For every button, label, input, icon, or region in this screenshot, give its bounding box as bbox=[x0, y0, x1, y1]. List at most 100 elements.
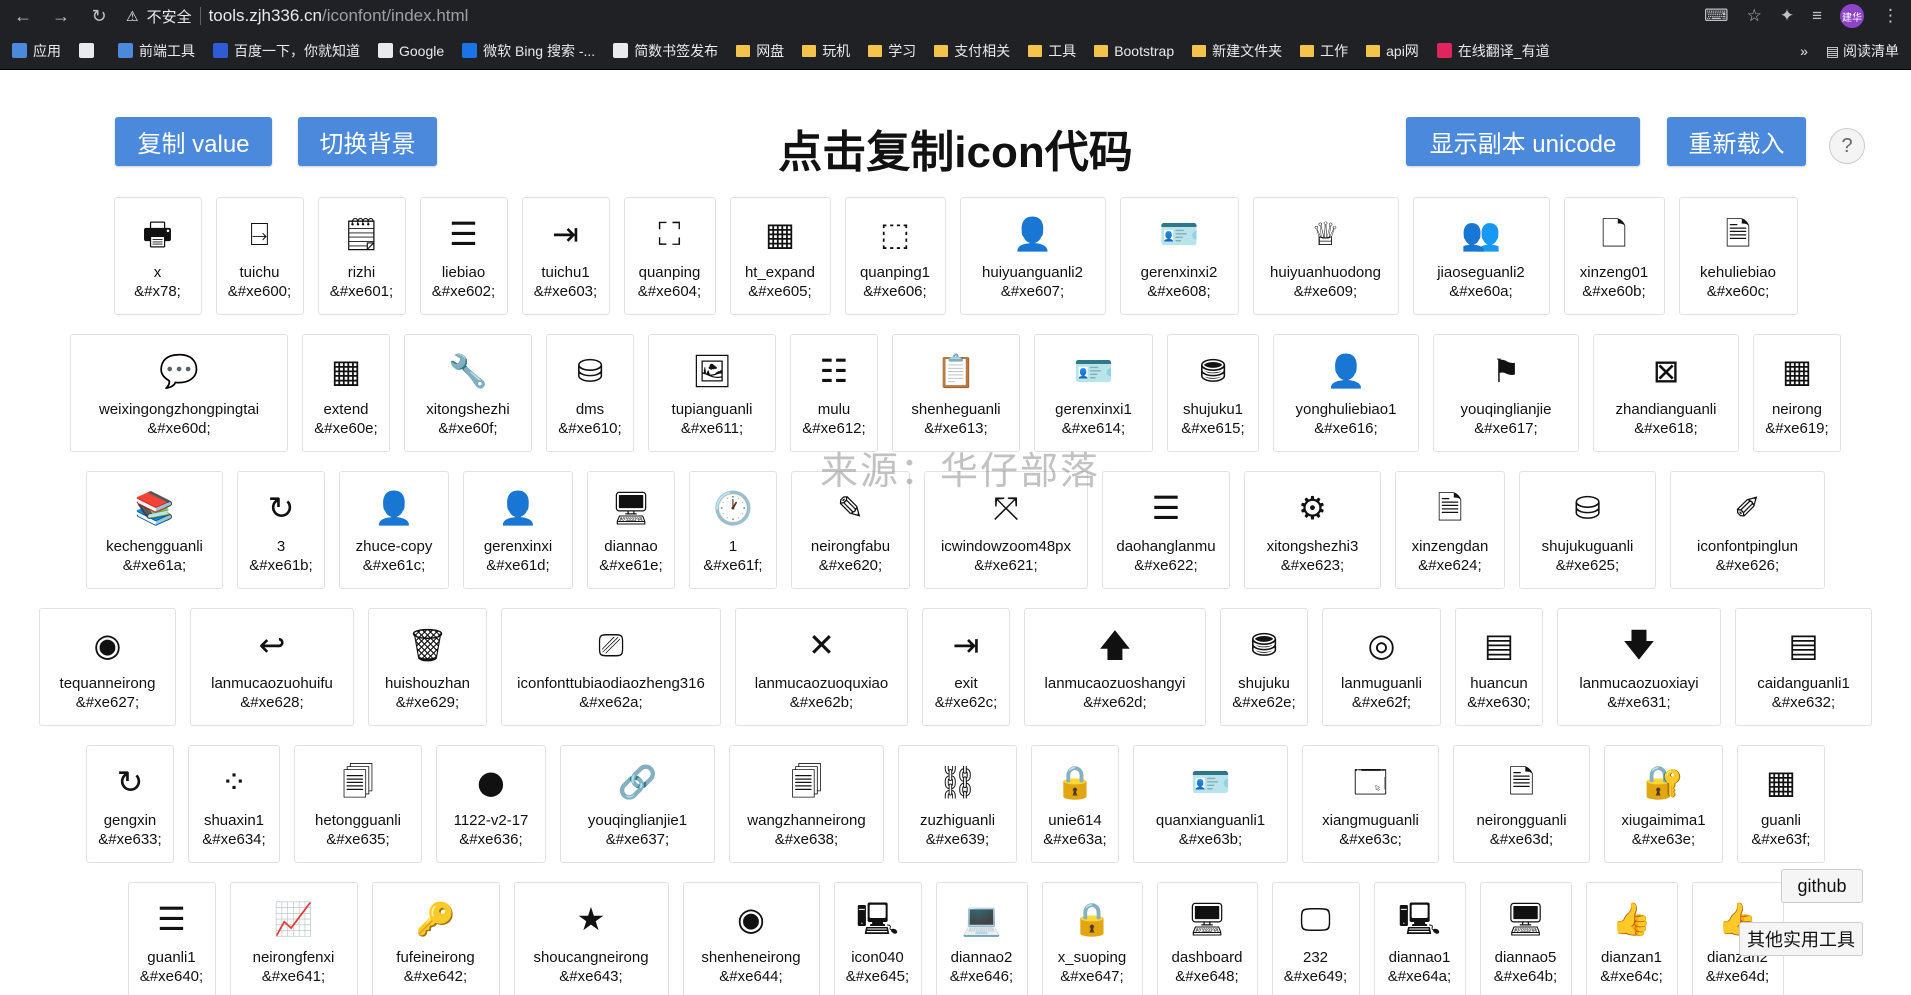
icon-card[interactable]: 🗒 rizhi &#xe601; bbox=[317, 197, 406, 315]
reading-list-button[interactable]: ▤ 阅读清单 bbox=[1826, 41, 1899, 61]
icon-card[interactable]: ⛓ zuzhiguanli &#xe639; bbox=[898, 745, 1017, 863]
icon-card[interactable]: ⛁ shujukuguanli &#xe625; bbox=[1519, 471, 1656, 589]
icon-card[interactable]: 🔒 unie614 &#xe63a; bbox=[1031, 745, 1119, 863]
icon-card[interactable]: 🗋 xinzeng01 &#xe60b; bbox=[1563, 197, 1665, 315]
icon-card[interactable]: 🡅 lanmucaozuoshangyi &#xe62d; bbox=[1024, 608, 1206, 726]
icon-card[interactable]: ⛃ shujuku &#xe62e; bbox=[1220, 608, 1308, 726]
icon-card[interactable]: 🗑 huishouzhan &#xe629; bbox=[368, 608, 487, 726]
icon-card[interactable]: 🖼 tupianguanli &#xe611; bbox=[648, 334, 776, 452]
icon-card[interactable]: ☰ guanli1 &#xe640; bbox=[127, 882, 216, 995]
icon-card[interactable]: 👤 yonghuliebiao1 &#xe616; bbox=[1273, 334, 1419, 452]
icon-card[interactable]: 🖵 232 &#xe649; bbox=[1271, 882, 1360, 995]
icon-card[interactable]: 🖥 diannao &#xe61e; bbox=[587, 471, 675, 589]
icon-card[interactable]: ◎ lanmuguanli &#xe62f; bbox=[1322, 608, 1441, 726]
icon-card[interactable]: 🗐 wangzhanneirong &#xe638; bbox=[729, 745, 884, 863]
icon-card[interactable]: 🗎 neirongguanli &#xe63d; bbox=[1453, 745, 1590, 863]
icon-card[interactable]: 🪪 quanxianguanli1 &#xe63b; bbox=[1133, 745, 1288, 863]
bookmark-item[interactable]: 百度一下，你就知道 bbox=[213, 41, 360, 61]
icon-card[interactable]: 🖥 dashboard &#xe648; bbox=[1156, 882, 1258, 995]
icon-card[interactable]: ⚑ youqinglianjie &#xe617; bbox=[1433, 334, 1579, 452]
icon-card[interactable]: 🗔 xiangmuguanli &#xe63c; bbox=[1302, 745, 1439, 863]
icon-card[interactable]: 💬 weixingongzhongpingtai &#xe60d; bbox=[70, 334, 288, 452]
profile-avatar[interactable]: 建华 bbox=[1840, 4, 1864, 28]
icon-card[interactable]: ⬚ quanping1 &#xe606; bbox=[844, 197, 946, 315]
icon-card[interactable]: ↩ lanmucaozuohuifu &#xe628; bbox=[190, 608, 354, 726]
icon-card[interactable]: ⍈ tuichu &#xe600; bbox=[215, 197, 304, 315]
forward-arrow-icon[interactable]: → bbox=[50, 6, 72, 27]
icon-card[interactable]: 📋 shenheguanli &#xe613; bbox=[892, 334, 1020, 452]
bookmark-item[interactable]: 学习 bbox=[868, 41, 916, 61]
bookmark-item[interactable]: 工作 bbox=[1300, 41, 1348, 61]
icon-card[interactable]: ⛃ shujuku1 &#xe615; bbox=[1167, 334, 1259, 452]
icon-card[interactable]: ⚙ xitongshezhi3 &#xe623; bbox=[1244, 471, 1381, 589]
browser-menu-icon[interactable]: ⋮ bbox=[1882, 6, 1899, 26]
github-button[interactable]: github bbox=[1781, 869, 1863, 903]
bookmark-item[interactable]: 玩机 bbox=[802, 41, 850, 61]
icon-card[interactable]: ◉ shenheneirong &#xe644; bbox=[682, 882, 820, 995]
bookmark-item[interactable]: 工具 bbox=[1028, 41, 1076, 61]
media-icon[interactable]: ≡ bbox=[1812, 6, 1822, 26]
icon-card[interactable]: ▦ ht_expand &#xe605; bbox=[729, 197, 831, 315]
bookmark-item[interactable]: 微软 Bing 搜索 -... bbox=[462, 41, 595, 61]
icon-card[interactable]: 🔒 x_suoping &#xe647; bbox=[1041, 882, 1143, 995]
icon-card[interactable]: 👍 dianzan1 &#xe64c; bbox=[1585, 882, 1678, 995]
bookmark-item[interactable] bbox=[79, 43, 100, 58]
icon-card[interactable]: 🪪 gerenxinxi1 &#xe614; bbox=[1034, 334, 1153, 452]
icon-card[interactable]: ★ shoucangneirong &#xe643; bbox=[513, 882, 669, 995]
bookmark-item[interactable]: 在线翻译_有道 bbox=[1436, 41, 1550, 61]
reload-icon[interactable]: ↻ bbox=[88, 6, 110, 27]
back-arrow-icon[interactable]: ← bbox=[12, 6, 34, 27]
bookmark-item[interactable]: api网 bbox=[1366, 41, 1419, 61]
icon-card[interactable]: 🖥 diannao5 &#xe64b; bbox=[1479, 882, 1572, 995]
icon-card[interactable]: ● 1122-v2-17 &#xe636; bbox=[436, 745, 546, 863]
icon-card[interactable]: ⁘ shuaxin1 &#xe634; bbox=[188, 745, 280, 863]
icon-card[interactable]: 🔑 fufeineirong &#xe642; bbox=[371, 882, 500, 995]
bookmark-item[interactable]: 支付相关 bbox=[934, 41, 1010, 61]
icon-card[interactable]: 👥 jiaoseguanli2 &#xe60a; bbox=[1412, 197, 1550, 315]
icon-card[interactable]: 🖶 x &#x78; bbox=[113, 197, 202, 315]
icon-card[interactable]: ↻ gengxin &#xe633; bbox=[86, 745, 174, 863]
show-unicode-button[interactable]: 显示副本 unicode bbox=[1406, 117, 1640, 166]
icon-card[interactable]: ☰ daohanglanmu &#xe622; bbox=[1102, 471, 1230, 589]
icon-card[interactable]: 🗎 xinzengdan &#xe624; bbox=[1395, 471, 1505, 589]
icon-card[interactable]: ☷ mulu &#xe612; bbox=[790, 334, 878, 452]
icon-card[interactable]: 🡇 lanmucaozuoxiayi &#xe631; bbox=[1557, 608, 1721, 726]
icon-card[interactable]: 🕐 1 &#xe61f; bbox=[689, 471, 777, 589]
icon-card[interactable]: 🖳 diannao1 &#xe64a; bbox=[1373, 882, 1466, 995]
icon-card[interactable]: 📚 kechengguanli &#xe61a; bbox=[86, 471, 223, 589]
icon-card[interactable]: 👤 gerenxinxi &#xe61d; bbox=[463, 471, 573, 589]
icon-card[interactable]: ▦ extend &#xe60e; bbox=[302, 334, 390, 452]
icon-card[interactable]: 🔧 xitongshezhi &#xe60f; bbox=[404, 334, 532, 452]
bookmark-item[interactable]: Google bbox=[378, 43, 444, 59]
reload-button[interactable]: 重新载入 bbox=[1667, 117, 1806, 166]
bookmark-item[interactable]: 网盘 bbox=[736, 41, 784, 61]
icon-card[interactable]: ⇥ tuichu1 &#xe603; bbox=[521, 197, 610, 315]
bookmark-item[interactable]: 前端工具 bbox=[118, 41, 195, 61]
bookmark-item[interactable]: 简数书签发布 bbox=[613, 41, 718, 61]
icon-card[interactable]: 🔐 xiugaimima1 &#xe63e; bbox=[1604, 745, 1723, 863]
icon-card[interactable]: 💻 diannao2 &#xe646; bbox=[935, 882, 1028, 995]
translate-icon[interactable]: ⌨ bbox=[1704, 6, 1729, 26]
icon-card[interactable]: ⛁ dms &#xe610; bbox=[546, 334, 634, 452]
icon-card[interactable]: 👤 huiyuanguanli2 &#xe607; bbox=[959, 197, 1106, 315]
address-bar[interactable]: ⚠ 不安全 tools.zjh336.cn/iconfont/index.htm… bbox=[126, 6, 1688, 27]
help-button[interactable]: ? bbox=[1829, 128, 1865, 164]
more-bookmarks-button[interactable]: » bbox=[1800, 43, 1808, 59]
icon-card[interactable]: ♕ huiyuanhuodong &#xe609; bbox=[1252, 197, 1399, 315]
icon-card[interactable]: 🗐 hetongguanli &#xe635; bbox=[294, 745, 422, 863]
icon-card[interactable]: ↻ 3 &#xe61b; bbox=[237, 471, 325, 589]
icon-card[interactable]: ✐ iconfontpinglun &#xe626; bbox=[1670, 471, 1825, 589]
icon-card[interactable]: ✕ lanmucaozuoquxiao &#xe62b; bbox=[735, 608, 908, 726]
icon-card[interactable]: ⊠ zhandianguanli &#xe618; bbox=[1593, 334, 1739, 452]
icon-card[interactable]: ◉ tequanneirong &#xe627; bbox=[39, 608, 176, 726]
icon-card[interactable]: 🖳 icon040 &#xe645; bbox=[833, 882, 922, 995]
icon-card[interactable]: ▦ neirong &#xe619; bbox=[1753, 334, 1841, 452]
icon-card[interactable]: ⎚ iconfonttubiaodiaozheng316 &#xe62a; bbox=[501, 608, 721, 726]
icon-card[interactable]: 👤 zhuce-copy &#xe61c; bbox=[339, 471, 449, 589]
bookmark-item[interactable]: Bootstrap bbox=[1094, 43, 1174, 59]
other-tools-button[interactable]: 其他实用工具 bbox=[1739, 922, 1863, 956]
icon-card[interactable]: ⇥ exit &#xe62c; bbox=[922, 608, 1010, 726]
icon-card[interactable]: 🔗 youqinglianjie1 &#xe637; bbox=[560, 745, 715, 863]
icon-card[interactable]: ⛶ quanping &#xe604; bbox=[623, 197, 716, 315]
bookmark-item[interactable]: 应用 bbox=[12, 41, 61, 61]
